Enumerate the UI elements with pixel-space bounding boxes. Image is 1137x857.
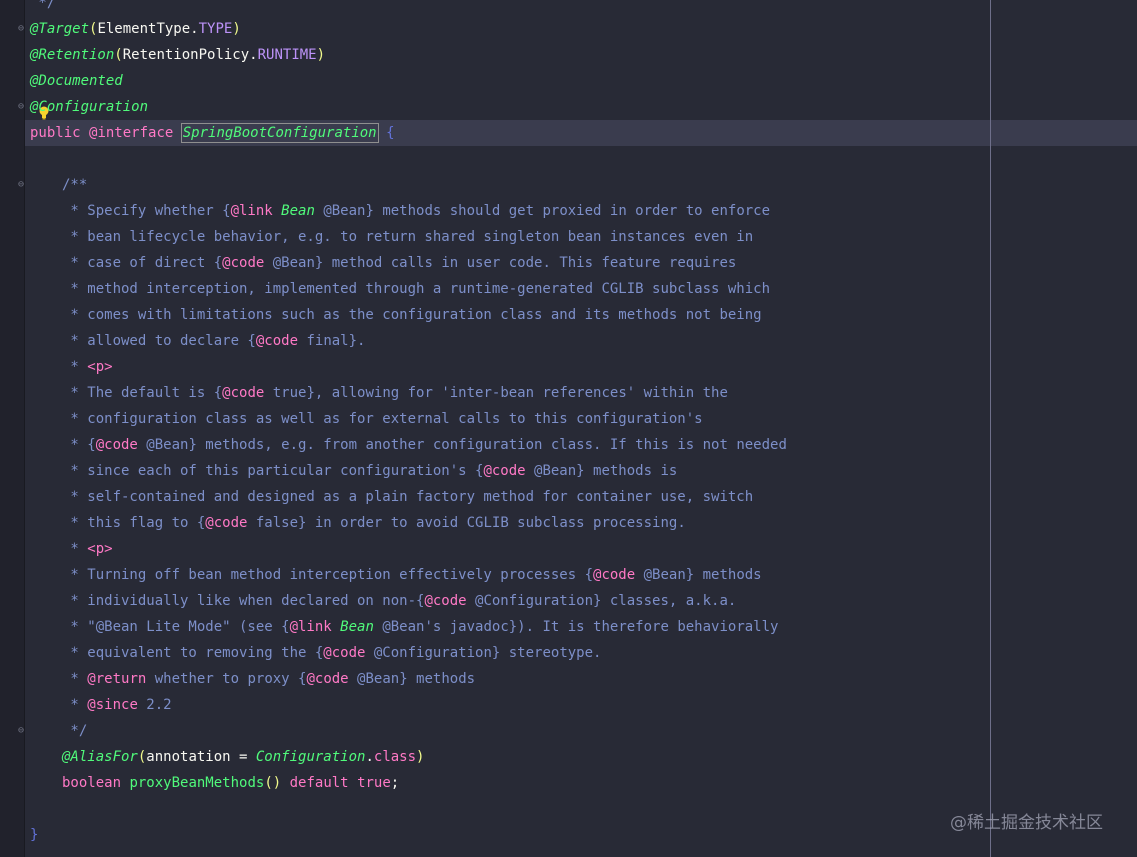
code-line: * allowed to declare {@code final}. bbox=[62, 333, 366, 349]
code-line: } bbox=[30, 827, 39, 843]
code-line: * <p> bbox=[62, 541, 113, 557]
code-line: * equivalent to removing the {@code @Con… bbox=[62, 645, 602, 661]
code-line: * @return whether to proxy {@code @Bean}… bbox=[62, 671, 476, 687]
fold-icon[interactable]: ⊖ bbox=[18, 726, 27, 736]
code-line: boolean proxyBeanMethods() default true; bbox=[62, 775, 400, 791]
code-line: * individually like when declared on non… bbox=[62, 593, 737, 609]
fold-icon[interactable]: ⊖ bbox=[18, 102, 27, 112]
code-line: */ bbox=[62, 723, 88, 739]
code-line: * <p> bbox=[62, 359, 113, 375]
code-line: /** bbox=[62, 177, 88, 193]
code-line: * comes with limitations such as the con… bbox=[62, 307, 762, 323]
code-line: @Target(ElementType.TYPE) bbox=[30, 21, 241, 37]
code-line: * "@Bean Lite Mode" (see {@link Bean @Be… bbox=[62, 619, 779, 635]
code-line: * @since 2.2 bbox=[62, 697, 172, 713]
right-margin-guide bbox=[990, 0, 991, 857]
code-line-current: public @interface SpringBootConfiguratio… bbox=[30, 123, 395, 143]
code-line: @Documented bbox=[30, 73, 123, 89]
highlighted-identifier[interactable]: SpringBootConfiguration bbox=[180, 123, 379, 143]
fold-icon[interactable]: ⊖ bbox=[18, 24, 27, 34]
code-line: * since each of this particular configur… bbox=[62, 463, 678, 479]
code-line: @Configuration bbox=[30, 99, 149, 115]
code-line: * method interception, implemented throu… bbox=[62, 281, 771, 297]
code-line: * this flag to {@code false} in order to… bbox=[62, 515, 686, 531]
watermark: @稀土掘金技术社区 bbox=[950, 813, 1103, 833]
code-line: @AliasFor(annotation = Configuration.cla… bbox=[62, 749, 425, 765]
code-line: * The default is {@code true}, allowing … bbox=[62, 385, 728, 401]
code-line: * bean lifecycle behavior, e.g. to retur… bbox=[62, 229, 754, 245]
code-line: * case of direct {@code @Bean} method ca… bbox=[62, 255, 737, 271]
code-line: * configuration class as well as for ext… bbox=[62, 411, 703, 427]
code-line: * self-contained and designed as a plain… bbox=[62, 489, 754, 505]
code-line: * Specify whether {@link Bean @Bean} met… bbox=[62, 203, 771, 219]
fold-icon[interactable]: ⊖ bbox=[18, 180, 27, 190]
code-line: * {@code @Bean} methods, e.g. from anoth… bbox=[62, 437, 787, 453]
code-line: * Turning off bean method interception e… bbox=[62, 567, 762, 583]
code-line: @Retention(RetentionPolicy.RUNTIME) bbox=[30, 47, 326, 63]
code-line: */ bbox=[30, 0, 56, 11]
